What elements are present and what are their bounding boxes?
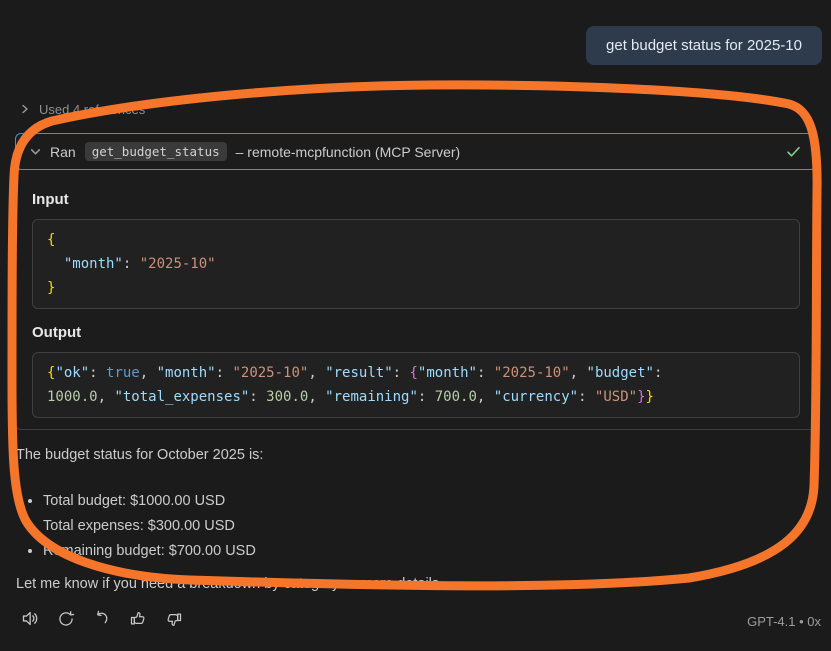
- tool-call-body: Input { "month": "2025-10"} Output {"ok"…: [16, 170, 816, 418]
- read-aloud-button[interactable]: [18, 608, 42, 632]
- ran-label: Ran: [50, 144, 76, 160]
- budget-summary-list: Total budget: $1000.00 USD Total expense…: [16, 489, 256, 564]
- tool-call-header[interactable]: Ran get_budget_status – remote-mcpfuncti…: [15, 133, 817, 170]
- references-toggle[interactable]: Used 4 references: [20, 102, 145, 117]
- undo-button[interactable]: [90, 608, 114, 632]
- undo-arrow-icon: [92, 609, 112, 632]
- list-item: Total budget: $1000.00 USD: [43, 489, 256, 514]
- input-code-block: { "month": "2025-10"}: [32, 219, 800, 309]
- refresh-icon: [56, 609, 76, 632]
- user-message-text: get budget status for 2025-10: [606, 37, 802, 54]
- thumbs-up-icon: [128, 609, 148, 632]
- output-code-block: {"ok": true, "month": "2025-10", "result…: [32, 352, 800, 418]
- code-line: }: [47, 276, 785, 300]
- references-label: Used 4 references: [39, 102, 145, 117]
- response-intro: The budget status for October 2025 is:: [16, 447, 263, 463]
- model-indicator: GPT-4.1 • 0x: [747, 614, 821, 629]
- thumbs-down-icon: [164, 609, 184, 632]
- code-line: "month": "2025-10": [47, 252, 785, 276]
- chat-panel: get budget status for 2025-10 Used 4 ref…: [0, 0, 831, 651]
- chevron-right-icon: [20, 102, 30, 117]
- check-icon: [785, 143, 802, 160]
- user-message-bubble: get budget status for 2025-10: [586, 26, 822, 65]
- input-label: Input: [32, 191, 800, 208]
- list-item: Total expenses: $300.00 USD: [43, 514, 256, 539]
- speaker-icon: [20, 608, 41, 632]
- server-label: – remote-mcpfunction (MCP Server): [236, 144, 461, 160]
- tool-call-card: Ran get_budget_status – remote-mcpfuncti…: [15, 133, 817, 430]
- output-label: Output: [32, 324, 800, 341]
- thumbs-up-button[interactable]: [126, 608, 150, 632]
- code-line: {: [47, 228, 785, 252]
- code-line: 1000.0, "total_expenses": 300.0, "remain…: [47, 385, 785, 409]
- regenerate-button[interactable]: [54, 608, 78, 632]
- thumbs-down-button[interactable]: [162, 608, 186, 632]
- tool-name-chip: get_budget_status: [85, 142, 227, 161]
- response-outro: Let me know if you need a breakdown by c…: [16, 576, 443, 592]
- chevron-down-icon: [30, 144, 41, 160]
- list-item: Remaining budget: $700.00 USD: [43, 539, 256, 564]
- response-toolbar: [18, 608, 186, 632]
- code-line: {"ok": true, "month": "2025-10", "result…: [47, 361, 785, 385]
